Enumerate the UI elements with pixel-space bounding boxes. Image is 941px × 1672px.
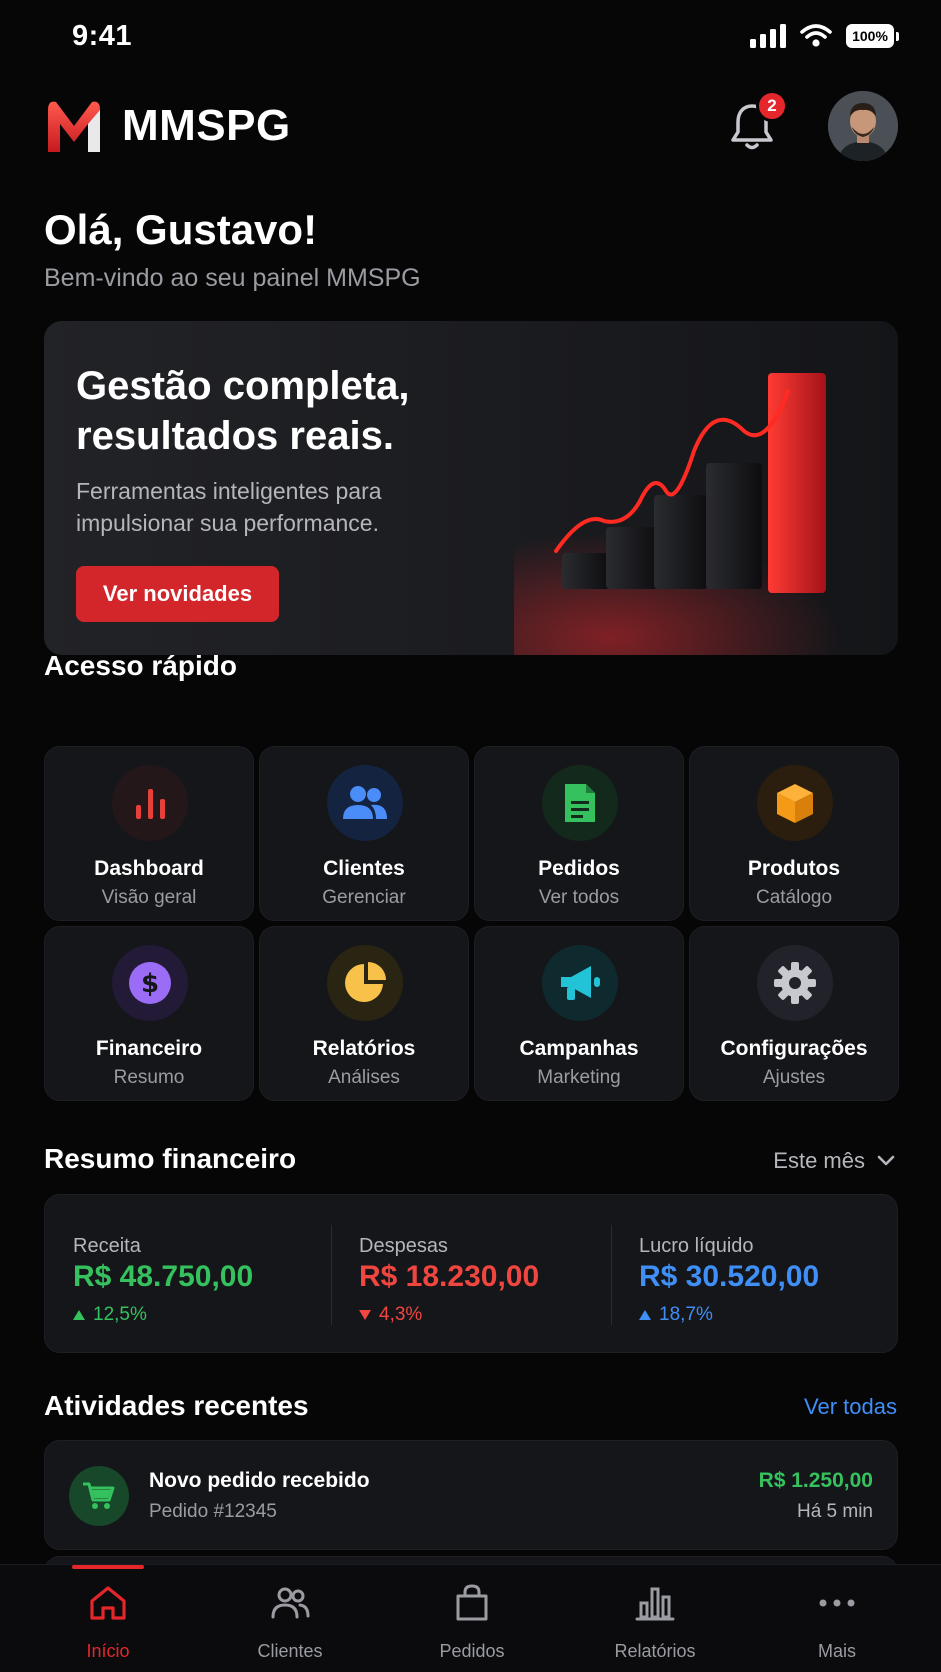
quick-tile-campanhas[interactable]: Campanhas Marketing (474, 926, 684, 1101)
tile-label: Pedidos (538, 857, 620, 880)
tile-sub: Análises (328, 1067, 400, 1088)
activity-item[interactable]: Novo pedido recebido Pedido #12345 R$ 1.… (44, 1440, 898, 1550)
activities-title: Atividades recentes (44, 1390, 309, 1421)
notification-badge: 2 (756, 90, 788, 122)
metric-label: Lucro líquido (639, 1235, 754, 1257)
dollar-icon: $ (112, 945, 188, 1021)
tile-sub: Gerenciar (322, 887, 406, 908)
quick-tile-financeiro[interactable]: $ Financeiro Resumo (44, 926, 254, 1101)
tile-sub: Ver todos (538, 887, 620, 908)
users-icon (327, 765, 403, 841)
metric-delta: 12,5% (73, 1304, 147, 1326)
tile-sub: Catálogo (755, 887, 833, 908)
tab-label: Clientes (257, 1641, 323, 1661)
tab-mais[interactable]: Mais (757, 1565, 917, 1672)
trend-up-icon (73, 1310, 85, 1320)
status-icons: 100% (750, 24, 899, 48)
metric-label: Despesas (359, 1235, 448, 1257)
bar-chart-icon (112, 765, 188, 841)
trend-up-icon (639, 1310, 651, 1320)
metric-value: R$ 48.750,00 (73, 1260, 254, 1293)
metric-label: Receita (73, 1235, 141, 1257)
growth-chart-illustration (514, 373, 898, 655)
period-label: Este mês (773, 1148, 865, 1173)
tile-sub: Visão geral (101, 887, 197, 908)
quick-tile-pedidos[interactable]: Pedidos Ver todos (474, 746, 684, 921)
home-icon (90, 1586, 126, 1620)
chevron-down-icon (877, 1155, 895, 1166)
avatar[interactable] (828, 91, 898, 161)
bar-chart-icon (635, 1587, 675, 1621)
metric-divider (331, 1225, 332, 1325)
metric-divider (611, 1225, 612, 1325)
tab-label: Relatórios (614, 1641, 696, 1661)
period-select[interactable]: Este mês (773, 1148, 895, 1174)
greeting-title: Olá, Gustavo! (44, 206, 318, 253)
metric-delta-value: 18,7% (659, 1304, 713, 1325)
tab-label: Início (86, 1641, 130, 1661)
metric-delta-value: 12,5% (93, 1304, 147, 1325)
document-icon (542, 765, 618, 841)
cart-icon (69, 1466, 129, 1526)
metric-delta: 4,3% (359, 1304, 422, 1326)
status-time: 9:41 (72, 20, 133, 52)
tile-label: Configurações (720, 1037, 868, 1060)
megaphone-icon (542, 945, 618, 1021)
tab-relatorios[interactable]: Relatórios (575, 1565, 735, 1672)
tile-label: Financeiro (95, 1037, 203, 1060)
tile-label: Clientes (323, 857, 405, 880)
activity-subtitle: Pedido #12345 (149, 1501, 277, 1522)
bag-icon (456, 1584, 488, 1621)
tab-label: Pedidos (439, 1641, 505, 1661)
quick-tile-configuracoes[interactable]: Configurações Ajustes (689, 926, 899, 1101)
quick-tile-clientes[interactable]: Clientes Gerenciar (259, 746, 469, 921)
wifi-icon (800, 24, 832, 47)
quick-tile-produtos[interactable]: Produtos Catálogo (689, 746, 899, 921)
tile-label: Relatórios (312, 1037, 416, 1060)
logo-icon (48, 101, 100, 152)
tile-sub: Ajustes (762, 1067, 826, 1088)
tile-label: Campanhas (519, 1037, 639, 1060)
tab-label: Mais (817, 1641, 856, 1661)
activity-time: Há 5 min (796, 1501, 873, 1522)
tab-pedidos[interactable]: Pedidos (392, 1565, 552, 1672)
activity-amount: R$ 1.250,00 (758, 1469, 873, 1492)
see-all-link[interactable]: Ver todas (804, 1394, 897, 1420)
app-screen: 9:41 100% MMSPG 2 Olá, Gustavo! Bem-vind… (0, 0, 941, 1672)
metric-delta-value: 4,3% (379, 1304, 423, 1325)
more-icon (819, 1599, 855, 1607)
tab-clientes[interactable]: Clientes (210, 1565, 370, 1672)
box-icon (757, 765, 833, 841)
metric-delta: 18,7% (639, 1304, 713, 1326)
hero-text: Ferramentas inteligentes para impulsiona… (76, 478, 382, 536)
hero-title: Gestão completa, resultados reais. (76, 364, 410, 458)
hero-banner: Gestão completa, resultados reais. Ferra… (44, 321, 898, 655)
hero-button[interactable]: Ver novidades (76, 566, 279, 622)
tile-label: Produtos (747, 857, 841, 880)
trend-down-icon (359, 1310, 371, 1320)
metric-value: R$ 18.230,00 (359, 1260, 540, 1293)
tile-sub: Resumo (113, 1067, 185, 1088)
finance-title: Resumo financeiro (44, 1143, 297, 1174)
tile-sub: Marketing (537, 1067, 621, 1088)
users-icon (271, 1587, 310, 1619)
battery-icon: 100% (846, 24, 899, 48)
signal-icon (750, 24, 786, 48)
quick-tile-dashboard[interactable]: Dashboard Visão geral (44, 746, 254, 921)
metric-value: R$ 30.520,00 (639, 1260, 820, 1293)
svg-text:$: $ (141, 969, 159, 999)
tab-bar: Início Clientes Pedidos Relatórios Mais (0, 1564, 941, 1672)
finance-card: Receita R$ 48.750,00 12,5% Despesas R$ 1… (44, 1194, 898, 1353)
brand-name: MMSPG (122, 101, 291, 150)
tab-inicio[interactable]: Início (28, 1565, 188, 1672)
quick-access-title: Acesso rápido (44, 650, 237, 681)
battery-level: 100% (852, 28, 888, 44)
activity-title: Novo pedido recebido (149, 1469, 370, 1492)
quick-tile-relatorios[interactable]: Relatórios Análises (259, 926, 469, 1101)
avatar-image (828, 91, 898, 161)
pie-chart-icon (327, 945, 403, 1021)
tile-label: Dashboard (94, 857, 204, 880)
gear-icon (757, 945, 833, 1021)
greeting-subtitle: Bem-vindo ao seu painel MMSPG (44, 264, 421, 292)
